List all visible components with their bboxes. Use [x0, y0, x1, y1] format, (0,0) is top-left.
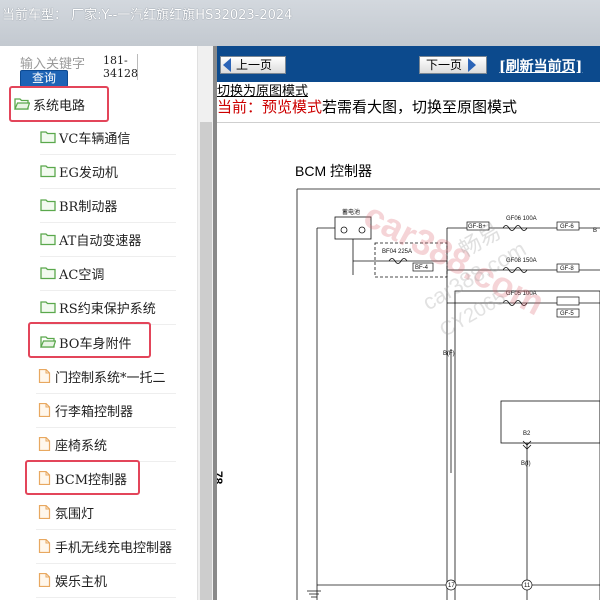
- gf06-label: GF06 100A: [506, 216, 537, 222]
- gf8-label: GF-8: [560, 266, 574, 272]
- mode-status-text: 当前：预览模式若需看大图，切换至原图模式: [217, 96, 517, 117]
- highlight-box: [25, 460, 140, 495]
- tree-item-label: 门控制系统*一托二: [55, 370, 166, 386]
- tree-item-label: 氛围灯: [55, 506, 95, 522]
- page-nav-bar: 上一页 下一页 [刷新当前页]: [217, 46, 600, 82]
- folder-icon: [40, 267, 56, 280]
- sidebar-scrollbar[interactable]: [197, 46, 213, 600]
- gf5-label: GF-5: [560, 311, 574, 317]
- wiring-diagram[interactable]: BCM 控制器 78 蓄电池 BF04 225A BF-4 GF-B+ GF06…: [217, 122, 600, 600]
- arrow-left-icon: [223, 58, 231, 72]
- tree-item-br[interactable]: BR制动器: [40, 188, 176, 223]
- code-readout: 181-34128: [103, 54, 138, 80]
- tree-item-label: VC车辆通信: [59, 131, 131, 147]
- tree-item-label: 手机无线充电控制器: [55, 540, 173, 556]
- tree-item-label: BR制动器: [59, 199, 118, 215]
- tree-item-at[interactable]: AT自动变速器: [40, 222, 176, 257]
- battery-label: 蓄电池: [342, 208, 360, 216]
- b2-label: B2: [523, 431, 531, 437]
- tree-item-label: AC空调: [59, 267, 105, 283]
- b-end-label: B: [593, 228, 597, 234]
- tree-item-vc[interactable]: VC车辆通信: [40, 120, 176, 155]
- folder-icon: [40, 131, 56, 144]
- tree-item-label: EG发动机: [59, 165, 118, 181]
- next-page-label: 下一页: [426, 58, 463, 72]
- bf-label: B(F): [443, 351, 455, 357]
- tree-item-label: AT自动变速器: [59, 233, 142, 249]
- folder-icon: [40, 165, 56, 178]
- tree-item-label: 行李箱控制器: [55, 404, 134, 420]
- tree-item-door-control[interactable]: 门控制系统*一托二: [36, 359, 176, 394]
- folder-icon: [40, 301, 56, 314]
- gf6-label: GF-6: [560, 224, 574, 230]
- tree-item-eg[interactable]: EG发动机: [40, 154, 176, 189]
- refresh-page-link[interactable]: [刷新当前页]: [499, 56, 582, 76]
- prev-page-button[interactable]: 上一页: [220, 56, 286, 74]
- highlight-box: [28, 322, 151, 358]
- folder-icon: [40, 233, 56, 246]
- prev-page-label: 上一页: [236, 58, 273, 72]
- tree-item-ambient-light[interactable]: 氛围灯: [36, 495, 176, 530]
- scrollbar-thumb[interactable]: [200, 122, 212, 600]
- tree-item-wireless-charger[interactable]: 手机无线充电控制器: [36, 529, 176, 564]
- title-bar: 当前车型： 厂家:Y--一汽红旗红旗HS32023-2024: [0, 0, 600, 47]
- folder-icon: [40, 199, 56, 212]
- document-icon: [38, 403, 51, 417]
- tree-item-rs[interactable]: RS约束保护系统: [40, 290, 176, 325]
- tree-item-trunk-controller[interactable]: 行李箱控制器: [36, 393, 176, 428]
- search-button[interactable]: 查询: [20, 70, 68, 87]
- mode-prefix: 当前：: [217, 98, 263, 116]
- arrow-right-icon: [468, 58, 477, 72]
- mode-hint: 若需看大图，切换至原图模式: [322, 98, 518, 116]
- bi-label: B(I): [521, 461, 531, 467]
- search-area: 查询 181-34128: [0, 46, 196, 90]
- tree-item-label: RS约束保护系统: [59, 301, 156, 317]
- viewer-pane: 上一页 下一页 [刷新当前页] 切换为原图模式 当前：预览模式若需看大图，切换至…: [217, 46, 600, 600]
- document-icon: [38, 539, 51, 553]
- sidebar: 查询 181-34128 系统电路 VC车辆通信 EG发动机 BR制动器 AT自…: [0, 46, 213, 600]
- circuit-drawing: 蓄电池 BF04 225A BF-4 GF-B+ GF06 100A GF-6 …: [296, 188, 600, 600]
- highlight-box: [9, 86, 109, 122]
- tree-item-label: 娱乐主机: [55, 574, 108, 590]
- next-page-button[interactable]: 下一页: [419, 56, 487, 74]
- document-icon: [38, 573, 51, 587]
- tree-item-seat-system[interactable]: 座椅系统: [36, 427, 176, 462]
- tree-item-ac[interactable]: AC空调: [40, 256, 176, 291]
- document-icon: [38, 369, 51, 383]
- connector-17-label: 17: [448, 583, 455, 589]
- current-vehicle-title: 当前车型： 厂家:Y--一汽红旗红旗HS32023-2024: [2, 8, 293, 23]
- mode-name: 预览模式: [262, 98, 323, 116]
- tree-item-label: 座椅系统: [55, 438, 108, 454]
- document-icon: [38, 437, 51, 451]
- document-icon: [38, 505, 51, 519]
- connector-11-label: 11: [524, 583, 531, 589]
- tree-item-infotainment[interactable]: 娱乐主机: [36, 563, 176, 598]
